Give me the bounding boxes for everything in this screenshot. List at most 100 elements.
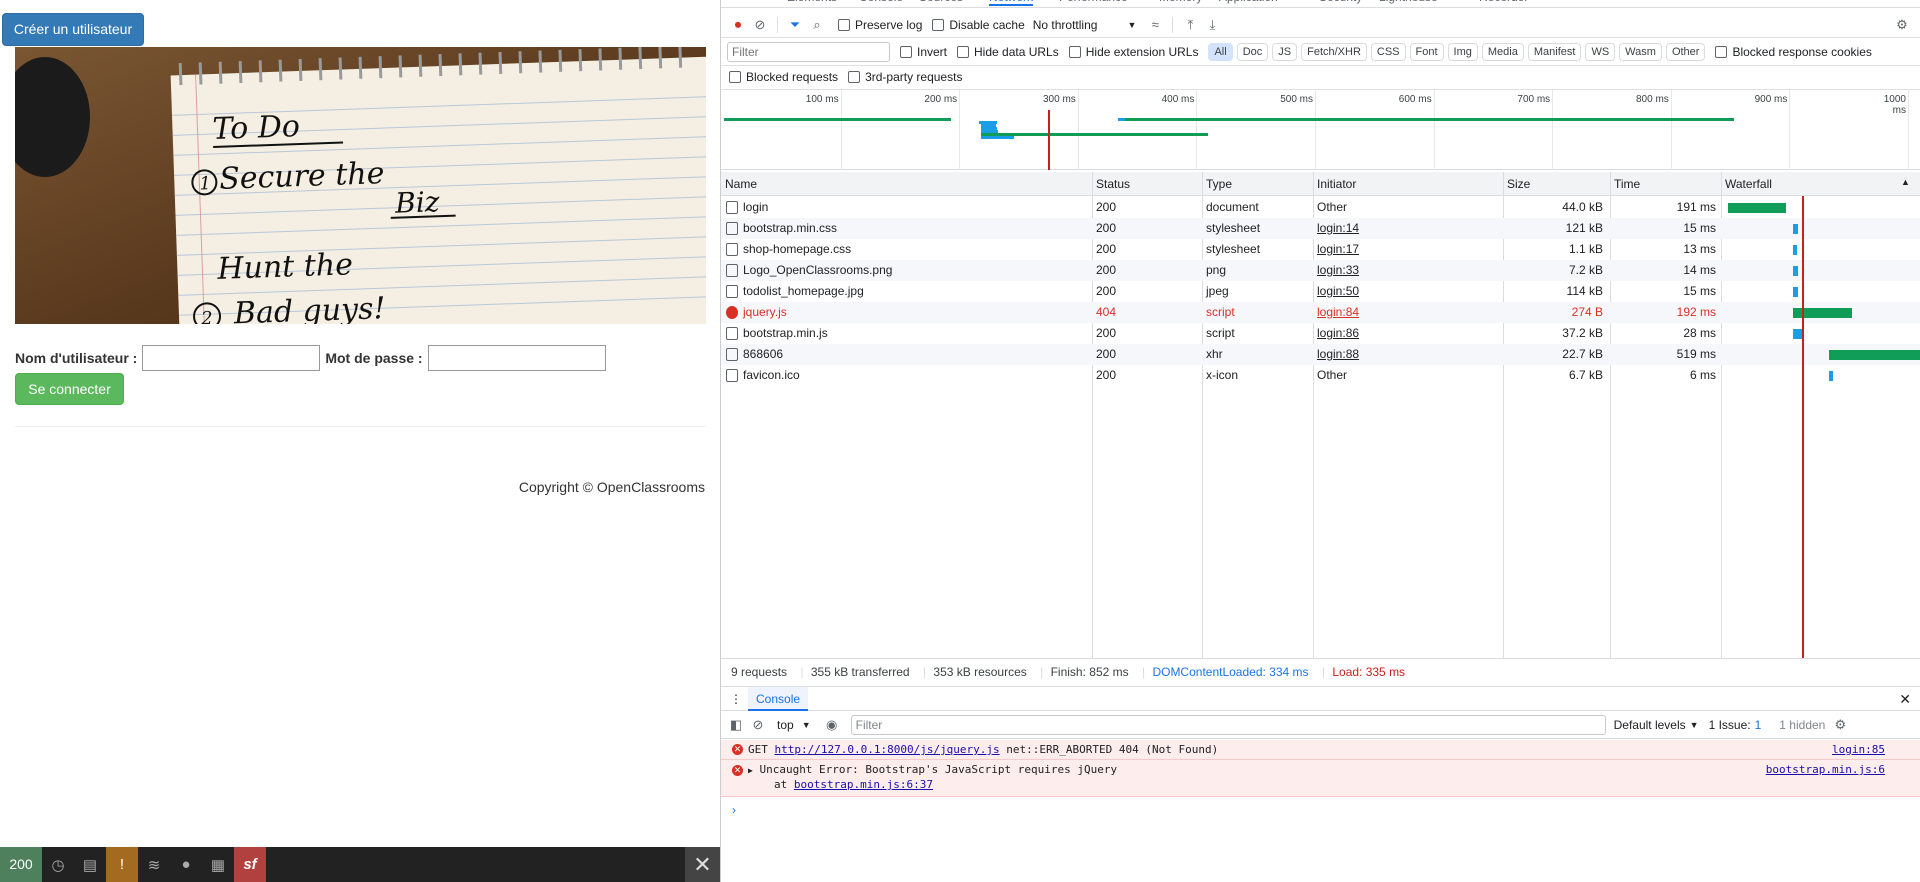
type-filter-css[interactable]: CSS bbox=[1370, 42, 1406, 61]
request-row[interactable]: todolist_homepage.jpg 200 jpeg login:50 114 … bbox=[721, 281, 1920, 302]
form-icon[interactable]: ▦ bbox=[202, 847, 234, 882]
tab-application[interactable]: Application bbox=[1219, 0, 1278, 4]
filter-icon[interactable]: ⏷ bbox=[784, 14, 806, 36]
sf-status-code[interactable]: 200 bbox=[0, 847, 42, 882]
request-row[interactable]: Logo_OpenClassrooms.png 200 png login:33 7.2… bbox=[721, 260, 1920, 281]
type-filter-media[interactable]: Media bbox=[1481, 42, 1524, 61]
request-name[interactable]: jquery.js bbox=[726, 302, 787, 323]
request-row[interactable]: bootstrap.min.js 200 script login:86 37.2 kB… bbox=[721, 323, 1920, 344]
clear-icon[interactable]: ⊘ bbox=[749, 14, 771, 36]
tab-security[interactable]: Security bbox=[1319, 0, 1362, 4]
error-url-link[interactable]: http://127.0.0.1:8000/js/jquery.js bbox=[775, 743, 1000, 756]
warning-icon[interactable]: ! bbox=[106, 847, 138, 882]
upload-icon[interactable]: ⤒ bbox=[1179, 14, 1201, 36]
column-header-size[interactable]: Size bbox=[1507, 177, 1530, 191]
request-row[interactable]: 868606 200 xhr login:88 22.7 kB 519 ms bbox=[721, 344, 1920, 365]
close-drawer-icon[interactable]: ✕ bbox=[1899, 687, 1911, 711]
request-name[interactable]: 868606 bbox=[726, 344, 783, 365]
column-header-status[interactable]: Status bbox=[1096, 177, 1130, 191]
request-name[interactable]: bootstrap.min.css bbox=[726, 218, 837, 239]
hide-extension-urls-checkbox[interactable]: Hide extension URLs bbox=[1068, 45, 1198, 59]
request-name[interactable]: todolist_homepage.jpg bbox=[726, 281, 864, 302]
download-icon[interactable]: ⤓ bbox=[1201, 14, 1223, 36]
sort-ascending-icon[interactable]: ▲ bbox=[1901, 177, 1910, 187]
network-conditions-icon[interactable]: ≈ bbox=[1144, 14, 1166, 36]
invert-checkbox[interactable]: Invert bbox=[900, 45, 947, 59]
login-button[interactable]: Se connecter bbox=[15, 373, 124, 405]
request-initiator[interactable]: login:86 bbox=[1317, 323, 1359, 344]
type-filter-other[interactable]: Other bbox=[1665, 42, 1706, 61]
record-icon[interactable]: ⏺ bbox=[727, 14, 749, 36]
request-row[interactable]: favicon.ico 200 x-icon Other 6.7 kB 6 ms bbox=[721, 365, 1920, 386]
console-drawer-tab[interactable]: Console bbox=[748, 687, 809, 711]
close-icon[interactable]: ✕ bbox=[685, 847, 720, 882]
request-initiator[interactable]: login:17 bbox=[1317, 239, 1359, 260]
throttling-select[interactable]: No throttling bbox=[1033, 18, 1098, 32]
tab-console[interactable]: Console bbox=[859, 0, 903, 4]
search-icon[interactable]: ⌕ bbox=[806, 14, 828, 36]
blocked-requests-checkbox[interactable]: Blocked requests bbox=[729, 70, 838, 84]
type-filter-manifest[interactable]: Manifest bbox=[1527, 42, 1582, 61]
type-filter-all[interactable]: All bbox=[1208, 42, 1233, 61]
network-filter-input[interactable] bbox=[727, 41, 890, 62]
request-initiator[interactable]: login:14 bbox=[1317, 218, 1359, 239]
username-input[interactable] bbox=[142, 345, 321, 371]
request-name[interactable]: login bbox=[726, 197, 768, 218]
request-name[interactable]: bootstrap.min.js bbox=[726, 323, 828, 344]
disable-cache-checkbox[interactable]: Disable cache bbox=[932, 18, 1025, 32]
type-filter-js[interactable]: JS bbox=[1272, 42, 1298, 61]
console-prompt-icon[interactable]: › bbox=[732, 803, 736, 817]
tab-lighthouse[interactable]: Lighthouse bbox=[1379, 0, 1438, 4]
clear-console-icon[interactable]: ⊘ bbox=[747, 714, 769, 736]
request-row[interactable]: jquery.js 404 script login:84 274 B 192 ms bbox=[721, 302, 1920, 323]
log-levels-select[interactable]: Default levels bbox=[1614, 718, 1686, 732]
type-filter-ws[interactable]: WS bbox=[1585, 42, 1616, 61]
tab-sources[interactable]: Sources bbox=[919, 0, 963, 4]
third-party-checkbox[interactable]: 3rd-party requests bbox=[848, 70, 962, 84]
request-initiator[interactable]: login:84 bbox=[1317, 302, 1359, 323]
column-header-name[interactable]: Name bbox=[725, 177, 757, 191]
column-header-waterfall[interactable]: Waterfall bbox=[1725, 177, 1772, 191]
request-name[interactable]: favicon.ico bbox=[726, 365, 800, 386]
type-filter-img[interactable]: Img bbox=[1447, 42, 1478, 61]
database-icon[interactable]: ▤ bbox=[74, 847, 106, 882]
preserve-log-checkbox[interactable]: Preserve log bbox=[838, 18, 922, 32]
symfony-logo-icon[interactable]: sf bbox=[234, 847, 266, 882]
message-source-link[interactable]: login:85 bbox=[1832, 740, 1885, 759]
tab-performance[interactable]: Performance bbox=[1059, 0, 1128, 4]
layers-icon[interactable]: ≋ bbox=[138, 847, 170, 882]
password-input[interactable] bbox=[427, 345, 606, 371]
request-name[interactable]: Logo_OpenClassrooms.png bbox=[726, 260, 892, 281]
message-source-link[interactable]: bootstrap.min.js:6 bbox=[1766, 763, 1885, 776]
type-filter-doc[interactable]: Doc bbox=[1236, 42, 1269, 61]
sidebar-toggle-icon[interactable]: ◧ bbox=[725, 714, 747, 736]
user-icon[interactable]: ● bbox=[170, 847, 202, 882]
console-settings-icon[interactable]: ⚙ bbox=[1829, 714, 1851, 736]
create-user-button[interactable]: Créer un utilisateur bbox=[2, 13, 144, 46]
issues-count[interactable]: 1 bbox=[1755, 718, 1762, 732]
hide-data-urls-checkbox[interactable]: Hide data URLs bbox=[957, 45, 1059, 59]
tab-memory[interactable]: Memory bbox=[1159, 0, 1202, 4]
request-row[interactable]: bootstrap.min.css 200 stylesheet login:14 12… bbox=[721, 218, 1920, 239]
column-header-initiator[interactable]: Initiator bbox=[1317, 177, 1356, 191]
request-name[interactable]: shop-homepage.css bbox=[726, 239, 851, 260]
console-filter-input[interactable]: Filter bbox=[850, 714, 1606, 735]
column-header-type[interactable]: Type bbox=[1206, 177, 1232, 191]
request-initiator[interactable]: login:88 bbox=[1317, 344, 1359, 365]
gear-icon[interactable]: ⚙ bbox=[1891, 14, 1913, 36]
tab-network[interactable]: Network bbox=[989, 0, 1034, 6]
network-overview-timeline[interactable]: 100 ms 200 ms 300 ms 400 ms 500 ms 600 ms 700 … bbox=[721, 90, 1920, 170]
type-filter-font[interactable]: Font bbox=[1409, 42, 1444, 61]
timer-icon[interactable]: ◷ bbox=[42, 847, 74, 882]
stack-frame-link[interactable]: bootstrap.min.js:6:37 bbox=[794, 778, 933, 791]
issues-label[interactable]: 1 Issue: bbox=[1709, 718, 1751, 732]
eye-icon[interactable]: ◉ bbox=[821, 714, 843, 736]
tab-recorder[interactable]: Recorder bbox=[1479, 0, 1528, 4]
request-initiator[interactable]: login:50 bbox=[1317, 281, 1359, 302]
request-row[interactable]: login 200 document Other 44.0 kB 191 ms bbox=[721, 197, 1920, 218]
request-row[interactable]: shop-homepage.css 200 stylesheet login:17 1.… bbox=[721, 239, 1920, 260]
request-initiator[interactable]: login:33 bbox=[1317, 260, 1359, 281]
column-header-time[interactable]: Time bbox=[1614, 177, 1640, 191]
type-filter-fetchxhr[interactable]: Fetch/XHR bbox=[1301, 42, 1367, 61]
more-icon[interactable]: ⋮ bbox=[730, 687, 742, 711]
